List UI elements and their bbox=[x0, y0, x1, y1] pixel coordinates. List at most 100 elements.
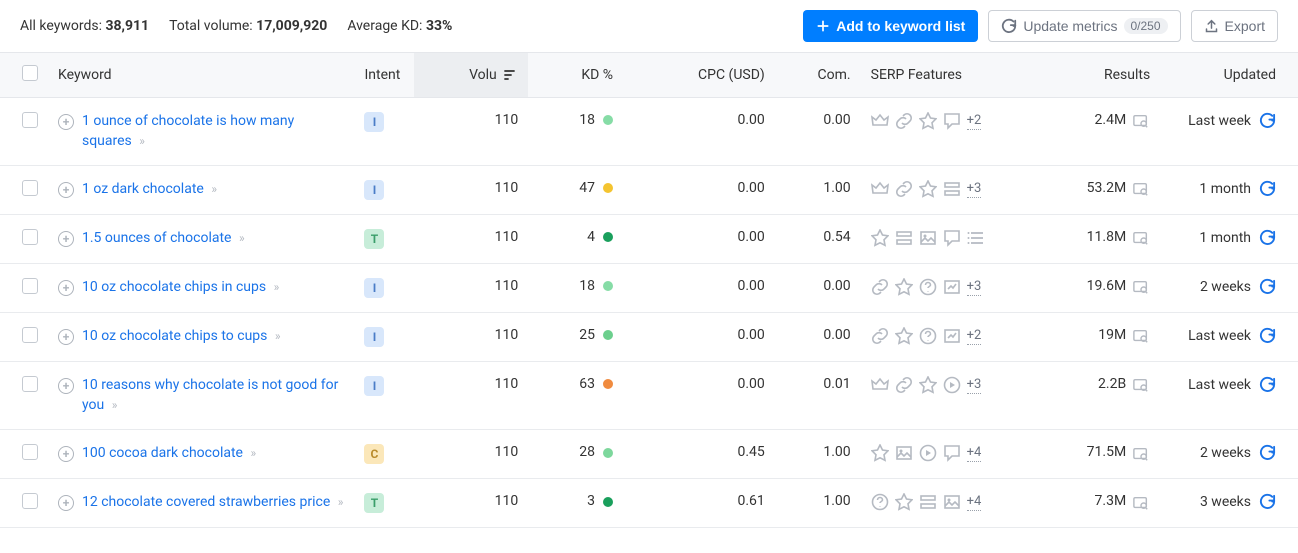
serp-question-icon[interactable] bbox=[919, 278, 937, 296]
serp-link-icon[interactable] bbox=[871, 278, 889, 296]
row-checkbox[interactable] bbox=[22, 376, 38, 392]
serp-more-badge[interactable]: +3 bbox=[967, 377, 982, 394]
export-button[interactable]: Export bbox=[1191, 10, 1278, 42]
intent-badge[interactable]: I bbox=[364, 112, 384, 132]
refresh-row-icon[interactable] bbox=[1259, 112, 1276, 129]
serp-star-icon[interactable] bbox=[895, 327, 913, 345]
intent-badge[interactable]: I bbox=[364, 278, 384, 298]
serp-question-icon[interactable] bbox=[871, 493, 889, 511]
serp-preview-icon[interactable] bbox=[1132, 113, 1150, 127]
serp-more-badge[interactable]: +4 bbox=[967, 445, 982, 462]
intent-badge[interactable]: I bbox=[364, 327, 384, 347]
keyword-link[interactable]: 10 oz chocolate chips to cups bbox=[82, 328, 267, 344]
serp-star-icon[interactable] bbox=[919, 180, 937, 198]
keyword-link[interactable]: 10 reasons why chocolate is not good for… bbox=[82, 377, 338, 413]
row-checkbox[interactable] bbox=[22, 327, 38, 343]
serp-link-icon[interactable] bbox=[895, 180, 913, 198]
serp-star-icon[interactable] bbox=[871, 444, 889, 462]
row-checkbox[interactable] bbox=[22, 229, 38, 245]
refresh-row-icon[interactable] bbox=[1259, 278, 1276, 295]
serp-image-icon[interactable] bbox=[943, 493, 961, 511]
expand-icon[interactable]: + bbox=[58, 446, 74, 462]
serp-comment-icon[interactable] bbox=[943, 444, 961, 462]
col-cpc[interactable]: CPC (USD) bbox=[623, 53, 775, 98]
col-serp[interactable]: SERP Features bbox=[861, 53, 1018, 98]
keyword-link[interactable]: 1 ounce of chocolate is how many squares bbox=[82, 113, 294, 149]
refresh-row-icon[interactable] bbox=[1259, 493, 1276, 510]
col-keyword[interactable]: Keyword bbox=[48, 53, 354, 98]
serp-more-badge[interactable]: +3 bbox=[967, 181, 982, 198]
expand-icon[interactable]: + bbox=[58, 378, 74, 394]
intent-badge[interactable]: I bbox=[364, 376, 384, 396]
serp-play-icon[interactable] bbox=[919, 444, 937, 462]
serp-crown-icon[interactable] bbox=[871, 112, 889, 130]
serp-preview-icon[interactable] bbox=[1132, 279, 1150, 293]
col-volume[interactable]: Volu bbox=[414, 53, 528, 98]
expand-icon[interactable]: + bbox=[58, 329, 74, 345]
serp-star-icon[interactable] bbox=[919, 376, 937, 394]
intent-badge[interactable]: T bbox=[364, 493, 384, 513]
col-intent[interactable]: Intent bbox=[354, 53, 414, 98]
add-to-keyword-list-button[interactable]: Add to keyword list bbox=[803, 10, 978, 42]
serp-more-badge[interactable]: +3 bbox=[967, 279, 982, 296]
keyword-link[interactable]: 1 oz dark chocolate bbox=[82, 181, 204, 197]
expand-icon[interactable]: + bbox=[58, 114, 74, 130]
serp-more-badge[interactable]: +2 bbox=[967, 113, 982, 130]
refresh-row-icon[interactable] bbox=[1259, 444, 1276, 461]
serp-star-icon[interactable] bbox=[871, 229, 889, 247]
serp-image-icon[interactable] bbox=[895, 444, 913, 462]
serp-link-icon[interactable] bbox=[871, 327, 889, 345]
intent-badge[interactable]: I bbox=[364, 180, 384, 200]
serp-preview-icon[interactable] bbox=[1132, 446, 1150, 460]
serp-link-icon[interactable] bbox=[895, 376, 913, 394]
intent-badge[interactable]: T bbox=[364, 229, 384, 249]
col-updated[interactable]: Updated bbox=[1160, 53, 1298, 98]
serp-preview-icon[interactable] bbox=[1132, 377, 1150, 391]
serp-crown-icon[interactable] bbox=[871, 376, 889, 394]
serp-chart-icon[interactable] bbox=[943, 278, 961, 296]
row-checkbox[interactable] bbox=[22, 180, 38, 196]
serp-more-badge[interactable]: +4 bbox=[967, 494, 982, 511]
serp-more-badge[interactable]: +2 bbox=[967, 328, 982, 345]
serp-layout-icon[interactable] bbox=[919, 493, 937, 511]
keyword-link[interactable]: 10 oz chocolate chips in cups bbox=[82, 279, 266, 295]
serp-question-icon[interactable] bbox=[919, 327, 937, 345]
keyword-link[interactable]: 12 chocolate covered strawberries price bbox=[82, 494, 330, 510]
serp-chart-icon[interactable] bbox=[943, 327, 961, 345]
serp-layout-icon[interactable] bbox=[895, 229, 913, 247]
row-checkbox[interactable] bbox=[22, 444, 38, 460]
keyword-link[interactable]: 100 cocoa dark chocolate bbox=[82, 445, 243, 461]
refresh-row-icon[interactable] bbox=[1259, 229, 1276, 246]
col-kd[interactable]: KD % bbox=[528, 53, 623, 98]
serp-preview-icon[interactable] bbox=[1132, 181, 1150, 195]
serp-star-icon[interactable] bbox=[895, 493, 913, 511]
expand-icon[interactable]: + bbox=[58, 231, 74, 247]
serp-crown-icon[interactable] bbox=[871, 180, 889, 198]
serp-preview-icon[interactable] bbox=[1132, 230, 1150, 244]
serp-star-icon[interactable] bbox=[895, 278, 913, 296]
refresh-row-icon[interactable] bbox=[1259, 180, 1276, 197]
expand-icon[interactable]: + bbox=[58, 182, 74, 198]
refresh-row-icon[interactable] bbox=[1259, 376, 1276, 393]
intent-badge[interactable]: C bbox=[364, 444, 384, 464]
col-results[interactable]: Results bbox=[1018, 53, 1161, 98]
serp-image-icon[interactable] bbox=[919, 229, 937, 247]
keyword-link[interactable]: 1.5 ounces of chocolate bbox=[82, 230, 231, 246]
refresh-row-icon[interactable] bbox=[1259, 327, 1276, 344]
serp-comment-icon[interactable] bbox=[943, 229, 961, 247]
serp-layout-icon[interactable] bbox=[943, 180, 961, 198]
row-checkbox[interactable] bbox=[22, 493, 38, 509]
serp-link-icon[interactable] bbox=[895, 112, 913, 130]
serp-play-icon[interactable] bbox=[943, 376, 961, 394]
row-checkbox[interactable] bbox=[22, 278, 38, 294]
select-all-checkbox[interactable] bbox=[22, 65, 38, 81]
expand-icon[interactable]: + bbox=[58, 280, 74, 296]
row-checkbox[interactable] bbox=[22, 112, 38, 128]
update-metrics-button[interactable]: Update metrics 0/250 bbox=[988, 10, 1180, 42]
expand-icon[interactable]: + bbox=[58, 495, 74, 511]
serp-preview-icon[interactable] bbox=[1132, 328, 1150, 342]
serp-comment-icon[interactable] bbox=[943, 112, 961, 130]
serp-star-icon[interactable] bbox=[919, 112, 937, 130]
serp-list-icon[interactable] bbox=[967, 229, 985, 247]
col-com[interactable]: Com. bbox=[775, 53, 861, 98]
